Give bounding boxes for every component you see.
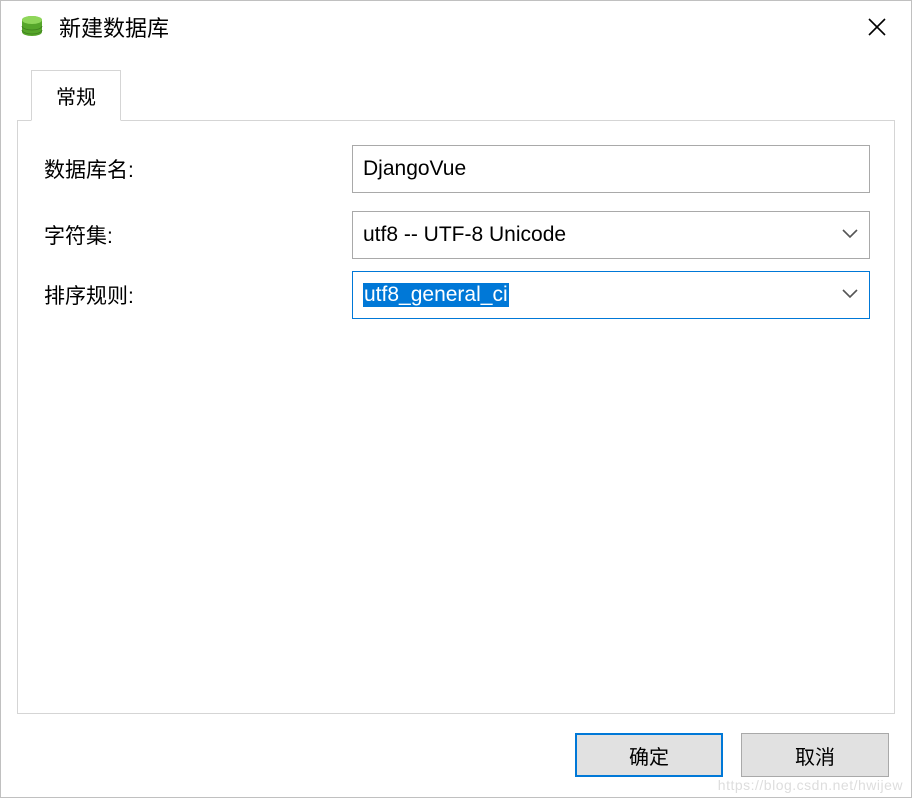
field-charset: utf8 -- UTF-8 Unicode bbox=[352, 211, 870, 259]
row-charset: 字符集: utf8 -- UTF-8 Unicode bbox=[42, 211, 870, 259]
new-database-dialog: 新建数据库 常规 数据库名: 字符集: bbox=[0, 0, 912, 798]
label-db-name: 数据库名: bbox=[42, 154, 352, 184]
select-collation[interactable]: utf8_general_ci bbox=[352, 271, 870, 319]
label-charset: 字符集: bbox=[42, 220, 352, 250]
dialog-body: 常规 数据库名: 字符集: utf8 -- UTF-8 Unicode bbox=[1, 53, 911, 714]
label-collation: 排序规则: bbox=[42, 280, 352, 310]
close-button[interactable] bbox=[853, 3, 901, 51]
tab-strip: 常规 bbox=[17, 69, 895, 120]
field-db-name bbox=[352, 145, 870, 193]
close-icon bbox=[867, 17, 887, 37]
select-charset-value: utf8 -- UTF-8 Unicode bbox=[363, 223, 566, 247]
cancel-button[interactable]: 取消 bbox=[741, 733, 889, 777]
dialog-title: 新建数据库 bbox=[59, 11, 853, 43]
row-collation: 排序规则: utf8_general_ci bbox=[42, 271, 870, 319]
row-db-name: 数据库名: bbox=[42, 145, 870, 193]
tab-panel-general: 数据库名: 字符集: utf8 -- UTF-8 Unicode bbox=[17, 120, 895, 714]
tab-general[interactable]: 常规 bbox=[31, 70, 121, 121]
select-collation-value: utf8_general_ci bbox=[363, 283, 509, 307]
select-charset[interactable]: utf8 -- UTF-8 Unicode bbox=[352, 211, 870, 259]
field-collation: utf8_general_ci bbox=[352, 271, 870, 319]
database-icon bbox=[19, 14, 45, 40]
dialog-footer: 确定 取消 bbox=[1, 714, 911, 797]
ok-button[interactable]: 确定 bbox=[575, 733, 723, 777]
titlebar: 新建数据库 bbox=[1, 1, 911, 53]
input-db-name[interactable] bbox=[352, 145, 870, 193]
